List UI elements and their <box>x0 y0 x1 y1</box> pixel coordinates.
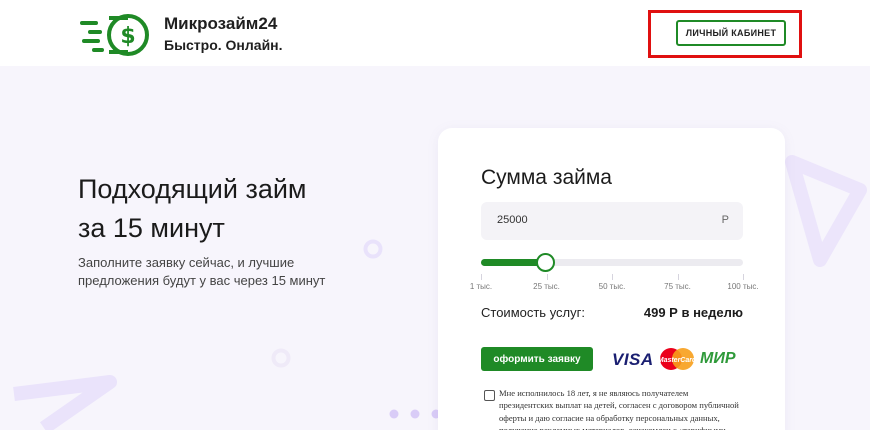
service-cost-value: 499 Р в неделю <box>643 305 743 320</box>
consent-checkbox[interactable] <box>484 390 495 401</box>
hero-title: Подходящий займ за 15 минут <box>78 170 408 248</box>
svg-text:$: $ <box>120 24 135 49</box>
mastercard-logo: MasterCard <box>658 348 697 370</box>
slider-tick-label: 75 тыс. <box>664 282 691 291</box>
slider-tick-label: 50 тыс. <box>598 282 626 291</box>
loan-calculator-card: Сумма займа 25000 Р 1 тыс. 25 тыс. 50 тыс.… <box>438 128 785 430</box>
service-cost-label: Стоимость услуг: <box>481 305 585 320</box>
slider-tick-label: 1 тыс. <box>469 282 493 291</box>
hero-title-line: за 15 минут <box>78 213 225 243</box>
slider-tick-label: 100 тыс. <box>727 282 759 291</box>
calculator-title: Сумма займа <box>481 166 612 189</box>
decor-ring-icon <box>271 348 291 368</box>
slider-tick-label: 25 тыс. <box>533 282 560 291</box>
personal-cabinet-button[interactable]: ЛИЧНЫЙ КАБИНЕТ <box>676 20 786 46</box>
slider-thumb[interactable] <box>535 253 555 272</box>
amount-input[interactable]: 25000 Р <box>481 202 743 240</box>
decor-triangle-icon <box>13 375 117 430</box>
currency-label: Р <box>721 214 729 226</box>
hero-subtitle: Заполните заявку сейчас, и лучшие предло… <box>78 255 326 288</box>
decor-triangle-icon <box>785 155 867 267</box>
slider-tick <box>677 274 679 280</box>
amount-slider[interactable] <box>481 253 743 272</box>
hero-title-line: Подходящий займ <box>78 174 307 204</box>
slider-tick <box>743 274 744 280</box>
dollar-coin-icon[interactable]: $ <box>78 13 152 57</box>
amount-value[interactable]: 25000 <box>497 214 528 226</box>
slider-tick <box>546 274 548 280</box>
decor-dots-icon <box>389 409 441 419</box>
slider-fill <box>481 259 545 266</box>
apply-button[interactable]: оформить заявку <box>481 347 593 371</box>
slider-tick <box>612 274 613 280</box>
visa-logo: VISA <box>612 350 654 369</box>
brand-name[interactable]: Микрозайм24 <box>164 14 277 34</box>
svg-text:MasterCard: MasterCard <box>658 357 697 364</box>
site-header: $ Микрозайм24 Быстро. Онлайн. ЛИЧНЫЙ КАБ… <box>0 0 870 66</box>
consent-text: Мне исполнилось 18 лет, я не являюсь пол… <box>499 388 739 430</box>
slider-tick <box>481 274 482 280</box>
mir-logo: МИР <box>700 350 736 367</box>
brand-tagline: Быстро. Онлайн. <box>164 37 283 53</box>
